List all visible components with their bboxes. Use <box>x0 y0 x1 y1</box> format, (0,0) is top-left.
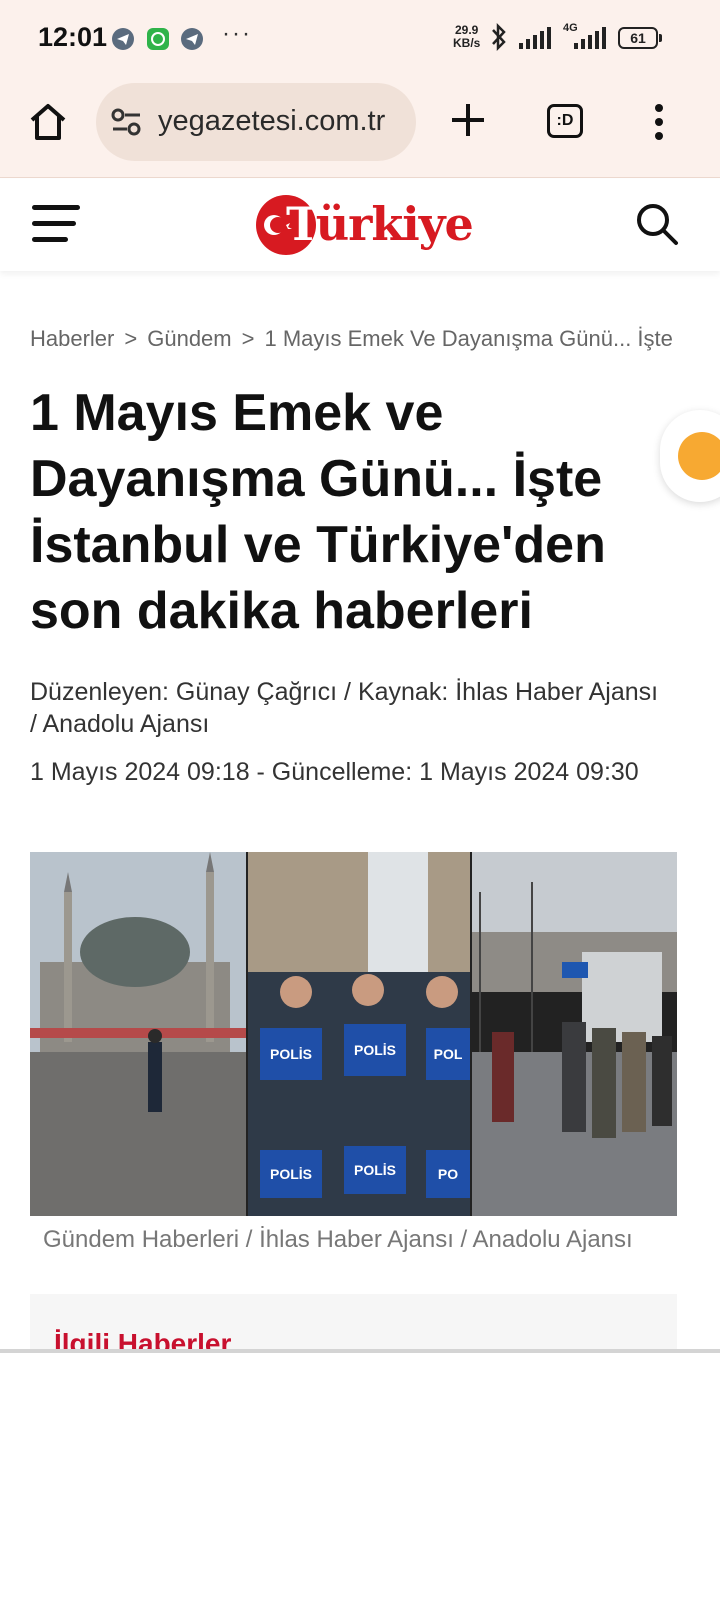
status-bar: 12:01 ··· 29.9 KB/s 4G 61 <box>0 0 720 78</box>
telegram-icon <box>112 28 134 50</box>
logo-text: Türkiye <box>286 197 474 251</box>
article-byline: Düzenleyen: Günay Çağrıcı / Kaynak: İhla… <box>30 678 659 738</box>
breadcrumb: Haberler > Gündem >1 Mayıs Emek Ve Dayanışm… <box>30 326 680 352</box>
page-title: 1 Mayıs Emek ve Dayanışma Günü... İşte İ… <box>30 384 606 640</box>
breadcrumb-item-haberler[interactable]: Haberler <box>30 326 114 351</box>
new-tab-button[interactable] <box>448 100 488 140</box>
related-news-title: İlgili Haberler <box>54 1328 232 1350</box>
home-button[interactable] <box>26 100 70 144</box>
address-bar[interactable]: yegazetesi.com.tr <box>96 83 416 161</box>
site-header: Türkiye <box>0 179 720 271</box>
browser-toolbar: yegazetesi.com.tr :D <box>0 78 720 178</box>
logo-word: ürkiye <box>315 197 474 251</box>
image-panel-bridge <box>472 852 677 1216</box>
image-panel-police: POLİS POLİS POL POLİS POLİS PO <box>248 852 470 1216</box>
article-hero-image[interactable]: POLİS POLİS POL POLİS POLİS PO <box>30 852 677 1216</box>
related-news-section: İlgili Haberler <box>30 1294 677 1350</box>
site-settings-icon[interactable] <box>110 107 144 137</box>
bluetooth-icon <box>492 22 506 52</box>
signal-4g-icon <box>574 27 606 49</box>
image-caption: Gündem Haberleri / İhlas Haber Ajansı / … <box>43 1226 633 1253</box>
logo-letter: T <box>286 197 317 251</box>
site-logo[interactable]: Türkiye <box>256 191 474 257</box>
breadcrumb-item-current: 1 Mayıs Emek Ve Dayanışma Günü... İşte İ… <box>264 326 680 351</box>
signal-icon <box>519 27 551 49</box>
tab-switcher-button[interactable]: :D <box>547 104 583 138</box>
search-icon[interactable] <box>634 201 680 247</box>
blank-area <box>0 1353 720 1600</box>
breadcrumb-item-gundem[interactable]: Gündem <box>147 326 231 351</box>
network-speed: 29.9 KB/s <box>453 24 480 50</box>
network-speed-unit: KB/s <box>453 36 481 50</box>
more-notifications-icon: ··· <box>222 20 252 47</box>
shield-label: POLİS <box>270 1166 312 1182</box>
article-dateline: 1 Mayıs 2024 09:18 - Güncelleme: 1 Mayıs… <box>30 758 639 786</box>
floating-widget-button[interactable] <box>660 410 720 502</box>
shield-label: POLİS <box>354 1042 396 1058</box>
breadcrumb-separator: > <box>124 326 138 351</box>
shield-label: POLİS <box>270 1046 312 1062</box>
whatsapp-business-icon <box>147 28 169 50</box>
shield-label: PO <box>438 1166 458 1182</box>
status-time: 12:01 <box>38 22 108 52</box>
telegram-icon <box>181 28 203 50</box>
battery-tip <box>659 34 662 42</box>
url-text: yegazetesi.com.tr <box>158 105 386 137</box>
battery-icon: 61 <box>618 27 658 49</box>
shield-label: POLİS <box>354 1162 396 1178</box>
floating-widget-icon <box>678 432 720 480</box>
image-panel-mosque <box>30 852 246 1216</box>
shield-label: POL <box>434 1046 463 1062</box>
breadcrumb-separator: > <box>241 326 255 351</box>
overflow-menu-button[interactable] <box>645 100 673 144</box>
hamburger-menu-button[interactable] <box>32 203 80 245</box>
